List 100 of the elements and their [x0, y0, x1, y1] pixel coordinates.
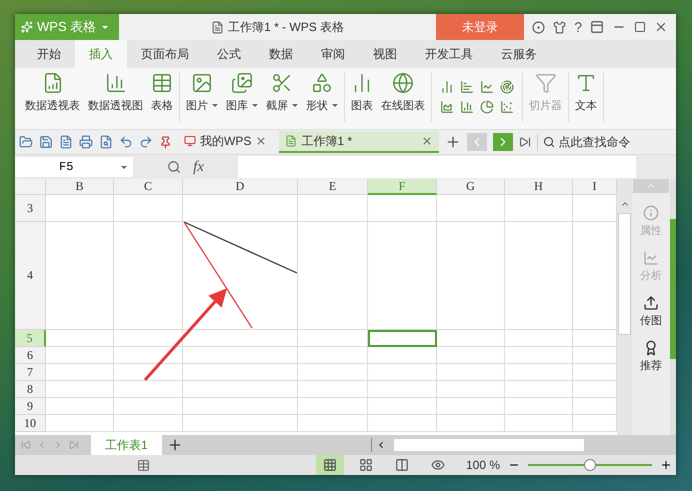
search-icon[interactable]	[167, 160, 182, 174]
document-icon	[285, 135, 298, 147]
window-title: 工作簿1 * - WPS 表格	[228, 18, 344, 36]
skip-icon[interactable]	[519, 136, 532, 148]
circle-icon[interactable]	[532, 20, 546, 34]
scrollbar-thumb[interactable]	[618, 213, 631, 335]
side-pane-button[interactable]: 传图	[640, 295, 662, 328]
scissors-icon	[271, 72, 293, 94]
row-header[interactable]: 6	[15, 347, 46, 364]
zoom-level: 100 %	[466, 458, 500, 472]
menu-tab[interactable]: 视图	[359, 40, 411, 68]
formula-input[interactable]	[238, 156, 636, 178]
close-icon[interactable]	[421, 135, 434, 147]
menu-tab[interactable]: 页面布局	[127, 40, 203, 68]
next-button[interactable]	[493, 133, 514, 151]
table-cell	[505, 347, 573, 364]
filter-icon	[534, 72, 556, 94]
ribbon-button[interactable]: 文本	[573, 72, 599, 122]
row-header[interactable]: 4	[15, 222, 46, 330]
menu-tab[interactable]: 审阅	[307, 40, 359, 68]
menu-tab[interactable]: 数据	[255, 40, 307, 68]
ribbon-button[interactable]: 在线图表	[379, 72, 427, 122]
zoom-in-icon[interactable]	[660, 459, 672, 471]
preview-icon[interactable]	[99, 135, 113, 149]
print-icon[interactable]	[79, 135, 93, 149]
row-header[interactable]: 9	[15, 398, 46, 415]
window-icon[interactable]	[590, 20, 604, 34]
zoom-thumb[interactable]	[584, 459, 596, 471]
menu-tab[interactable]: 开始	[23, 40, 75, 68]
command-search-button[interactable]: 点此查找命令	[537, 134, 630, 150]
active-cell[interactable]	[368, 330, 437, 347]
column-header[interactable]: I	[573, 179, 617, 195]
chart-type-icon[interactable]	[460, 80, 474, 94]
table-cell	[46, 398, 114, 415]
monitor-icon	[184, 135, 196, 147]
folder-icon[interactable]	[19, 135, 33, 149]
document-icon[interactable]	[59, 135, 73, 149]
undo-icon[interactable]	[119, 135, 133, 149]
table-cell	[437, 381, 505, 398]
table-cell	[46, 364, 114, 381]
view-mode-button[interactable]	[316, 455, 344, 475]
add-sheet-icon[interactable]	[166, 437, 183, 453]
save-icon[interactable]	[39, 135, 53, 149]
menu-tab[interactable]: 插入	[75, 40, 127, 68]
table-cell	[368, 195, 437, 222]
bar-chart-icon	[104, 72, 126, 94]
search-icon	[543, 136, 556, 148]
pin-icon[interactable]	[159, 136, 172, 148]
row-header[interactable]: 8	[15, 381, 46, 398]
pane-handle[interactable]	[670, 219, 676, 359]
table-cell	[368, 381, 437, 398]
side-pane-button[interactable]: 推荐	[640, 340, 662, 373]
close-icon[interactable]	[255, 135, 268, 147]
images-icon	[231, 72, 253, 94]
column-header[interactable]: G	[437, 179, 505, 195]
menu-tab[interactable]: 云服务	[487, 40, 551, 68]
ribbon-button[interactable]: 形状	[304, 72, 340, 122]
shirt-icon[interactable]	[553, 20, 566, 34]
ribbon-button[interactable]: 表格	[149, 72, 175, 122]
table-cell	[437, 330, 505, 347]
vertical-scrollbar[interactable]	[617, 179, 632, 435]
table-cell	[114, 364, 183, 381]
name-box[interactable]: F5	[15, 157, 133, 177]
row-header[interactable]: 10	[15, 415, 46, 432]
upload-icon	[643, 295, 659, 311]
chart-type-icon[interactable]	[440, 80, 454, 94]
menu-tab[interactable]: 公式	[203, 40, 255, 68]
row-header[interactable]: 7	[15, 364, 46, 381]
chart-type-icon[interactable]	[440, 100, 454, 114]
table-cell	[505, 364, 573, 381]
table-cell	[298, 381, 368, 398]
table-cell	[114, 381, 183, 398]
column-header[interactable]: H	[505, 179, 573, 195]
ribbon-button[interactable]: 数据透视表	[23, 72, 82, 122]
close-icon[interactable]	[654, 20, 668, 34]
scrollbar-thumb[interactable]	[394, 439, 584, 451]
table-icon	[137, 458, 150, 472]
function-button[interactable]: fx	[193, 158, 204, 176]
help-button[interactable]: ?	[574, 19, 582, 35]
column-header[interactable]: B	[46, 179, 114, 195]
ribbon-button[interactable]: 数据透视图	[86, 72, 145, 122]
chart-type-icon[interactable]	[500, 80, 514, 94]
redo-icon[interactable]	[139, 135, 153, 149]
chart-type-icon[interactable]	[460, 100, 474, 114]
ribbon-button[interactable]: 图表	[349, 72, 375, 122]
ribbon-button[interactable]: 截屏	[264, 72, 300, 122]
chart-type-icon[interactable]	[480, 80, 494, 94]
chart-type-icon[interactable]	[480, 100, 494, 114]
column-header[interactable]: D	[183, 179, 298, 195]
column-header[interactable]: E	[298, 179, 368, 195]
ribbon-button[interactable]: 图片	[184, 72, 220, 122]
maximize-icon[interactable]	[634, 21, 646, 33]
ribbon-button[interactable]: 图库	[224, 72, 260, 122]
row-header[interactable]: 3	[15, 195, 46, 222]
document-tab[interactable]: 我的WPS	[178, 131, 274, 153]
document-tab[interactable]: 工作簿1 *	[279, 131, 440, 153]
chart-type-icon[interactable]	[500, 100, 514, 114]
sheet-tab[interactable]: 工作表1	[91, 435, 162, 455]
column-header[interactable]: C	[114, 179, 183, 195]
menu-tab[interactable]: 开发工具	[411, 40, 487, 68]
